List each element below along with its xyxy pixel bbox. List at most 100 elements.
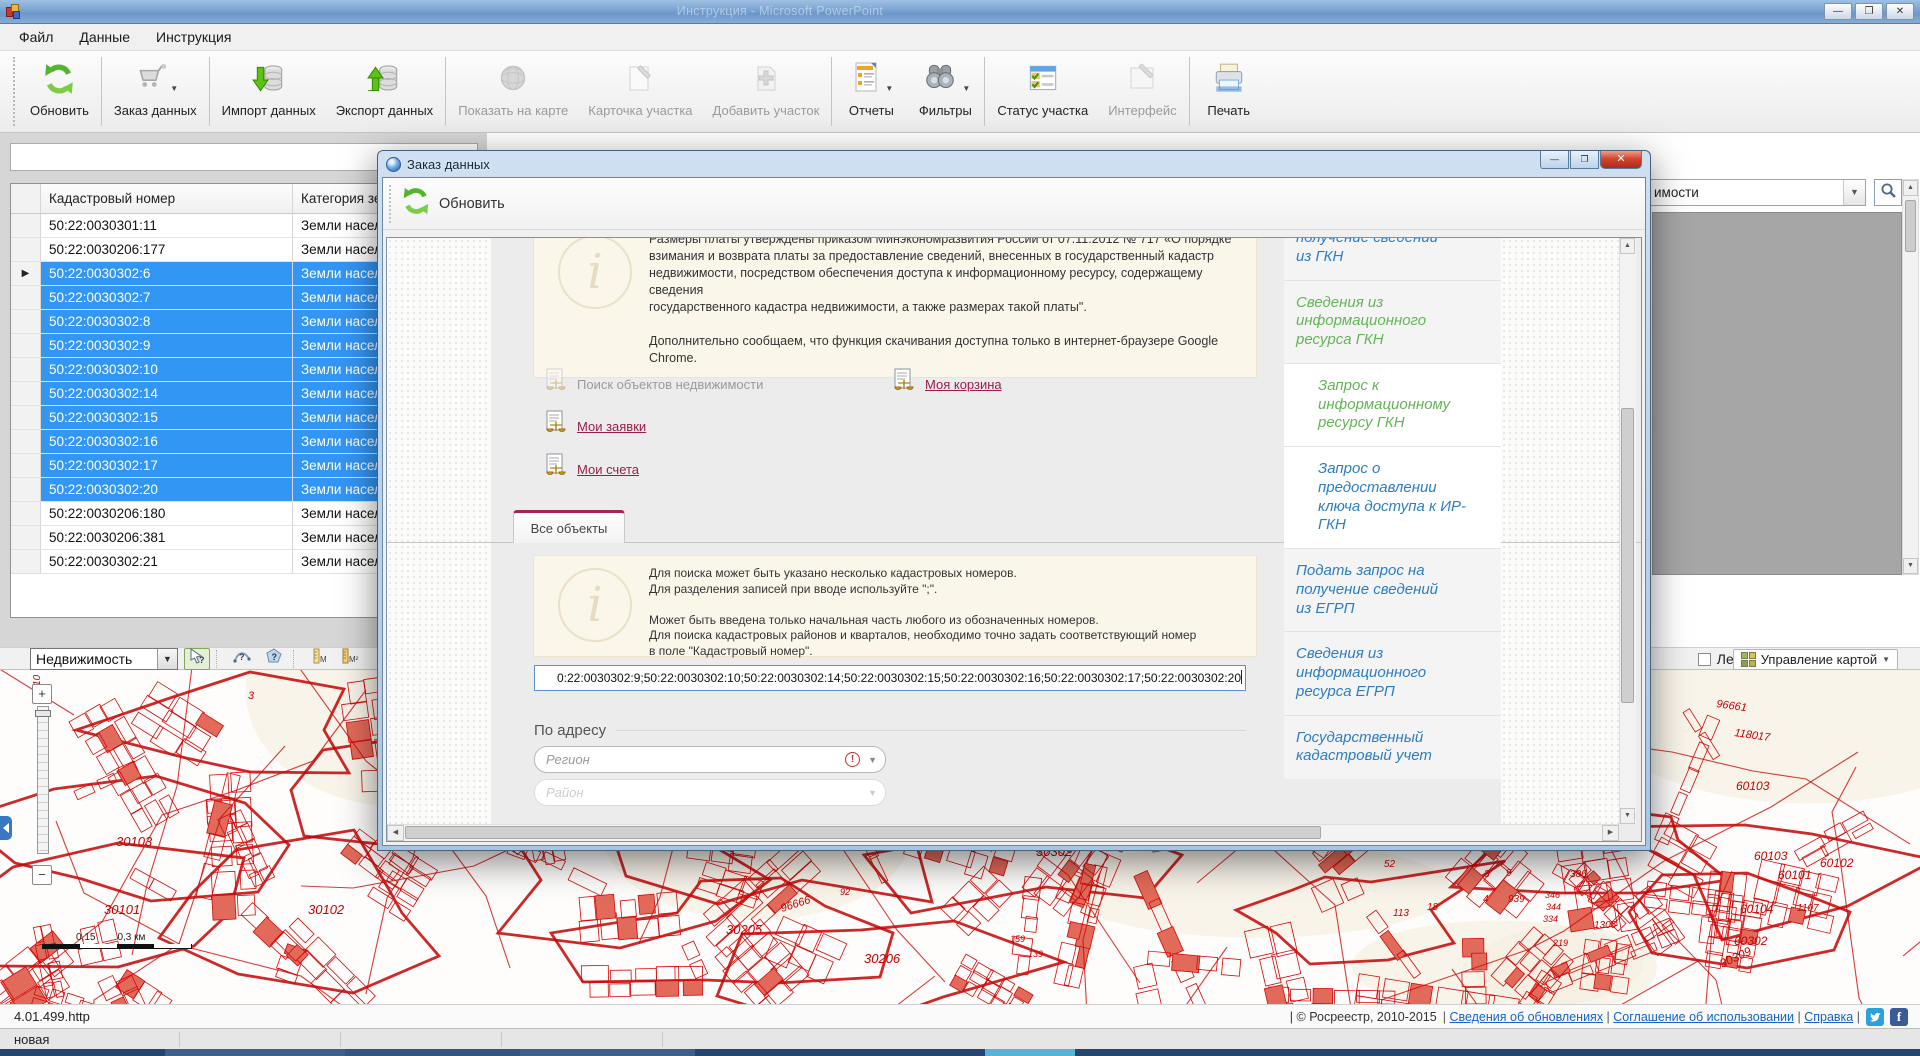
interface-button[interactable]: Интерфейс (1098, 51, 1186, 132)
status-links: | Сведения об обновлениях | Соглашение о… (1442, 1009, 1860, 1024)
binoculars-icon (920, 59, 960, 100)
maximize-button[interactable]: ❐ (1855, 3, 1883, 20)
dialog-vertical-scrollbar[interactable]: ▲ ▼ (1619, 238, 1636, 824)
svg-text:М²: М² (349, 655, 359, 664)
minimize-button[interactable]: — (1824, 3, 1852, 20)
zoom-slider-thumb[interactable] (35, 710, 51, 717)
import-data-button[interactable]: Импорт данных (212, 51, 326, 132)
zoom-in-button[interactable]: + (32, 684, 52, 704)
parcel-card-button[interactable]: Карточка участка (578, 51, 702, 132)
scroll-down-icon[interactable]: ▼ (1620, 808, 1635, 824)
close-button[interactable]: ✕ (1886, 3, 1914, 20)
chevron-down-icon[interactable]: ▼ (868, 788, 877, 798)
chevron-down-icon[interactable]: ▼ (1843, 180, 1865, 205)
dialog-close-button[interactable]: ✕ (1600, 151, 1642, 169)
panel-collapse-tab[interactable] (0, 816, 12, 840)
identify-tool-button[interactable]: ? (184, 647, 210, 670)
svg-text:939: 939 (1508, 894, 1525, 905)
my-requests-link[interactable]: Мои заявки (543, 410, 646, 443)
svg-text:9: 9 (1506, 868, 1512, 879)
dialog-titlebar[interactable]: Заказ данных — ❐ ✕ (378, 151, 1650, 177)
dialog-refresh-button[interactable]: Обновить (401, 186, 505, 221)
legend-checkbox[interactable] (1697, 652, 1711, 666)
scroll-right-icon[interactable]: ▶ (1602, 825, 1619, 841)
my-cart-link[interactable]: Моя корзина (891, 368, 1002, 401)
chevron-down-icon[interactable]: ▼ (885, 84, 893, 93)
measure-area-button[interactable]: М² (338, 648, 364, 670)
show-on-map-button[interactable]: Показать на карте (448, 51, 578, 132)
svg-text:386: 386 (1570, 869, 1587, 880)
scroll-up-icon[interactable]: ▲ (1620, 238, 1635, 254)
status-link[interactable]: Справка (1804, 1010, 1853, 1024)
row-indicator-header (11, 184, 41, 213)
status-link[interactable]: Сведения об обновлениях (1449, 1010, 1603, 1024)
scroll-down-icon[interactable]: ▼ (1903, 558, 1918, 574)
scrollbar-thumb[interactable] (1905, 200, 1916, 252)
chevron-down-icon[interactable]: ▼ (157, 648, 177, 669)
chevron-down-icon[interactable]: ▼ (170, 84, 178, 93)
cadastral-number-input[interactable]: 0:22:0030302:9;50:22:0030302:10;50:22:00… (534, 665, 1246, 691)
measure-length-button[interactable]: М (306, 648, 332, 670)
scrollbar-thumb[interactable] (405, 826, 1321, 839)
scroll-up-icon[interactable]: ▲ (1903, 180, 1918, 196)
print-button[interactable]: Печать (1192, 51, 1266, 132)
reports-button[interactable]: ▼ Отчеты (834, 51, 908, 132)
scale-mid-label: 0,15 (76, 932, 96, 943)
zoom-out-button[interactable]: − (32, 865, 52, 885)
sidebar-link[interactable]: Государственный кадастровый учет (1284, 714, 1501, 779)
status-link[interactable]: Соглашение об использовании (1613, 1010, 1794, 1024)
region-combo[interactable]: Регион ! ▼ (534, 746, 886, 773)
dialog-minimize-button[interactable]: — (1540, 151, 1569, 169)
menu-data[interactable]: Данные (66, 25, 143, 49)
district-combo[interactable]: Район ▼ (534, 779, 886, 806)
sidebar-link[interactable]: Подать запрос на получение сведений из Е… (1284, 548, 1501, 632)
dialog-maximize-button[interactable]: ❐ (1570, 151, 1599, 169)
map-manage-button[interactable]: Управление картой ▼ (1732, 649, 1898, 670)
menu-file[interactable]: Файл (6, 25, 66, 49)
filters-button[interactable]: ▼ Фильтры (908, 51, 982, 132)
search-button[interactable] (1874, 179, 1902, 206)
identify-polygon-button[interactable]: ? (261, 648, 287, 670)
chevron-down-icon[interactable]: ▼ (868, 755, 877, 765)
chevron-down-icon[interactable]: ▼ (1882, 655, 1890, 664)
zoom-slider[interactable] (37, 706, 49, 854)
toolbar-grip (13, 57, 17, 126)
svg-text:139: 139 (1028, 949, 1043, 959)
parcel-status-button[interactable]: Статус участка (987, 51, 1098, 132)
validation-warning-icon: ! (845, 752, 861, 767)
svg-text:30101: 30101 (104, 902, 140, 917)
svg-text:92: 92 (840, 887, 850, 897)
dialog-icon (386, 156, 401, 172)
sidebar-link[interactable]: Сведения из информационного ресурса ГКН (1284, 279, 1501, 363)
layer-select[interactable]: Недвижимость ▼ (30, 647, 178, 670)
order-data-button[interactable]: ▼ Заказ данных (104, 51, 207, 132)
svg-text:1107: 1107 (1797, 903, 1819, 914)
right-scrollbar[interactable]: ▲ ▼ (1902, 179, 1919, 575)
info-icon: i (558, 238, 632, 309)
measure-curve-button[interactable]: ? (229, 648, 255, 670)
content-left-margin (387, 238, 491, 824)
chevron-down-icon[interactable]: ▼ (962, 84, 970, 93)
bottom-status-text: новая (14, 1031, 50, 1047)
order-data-dialog: Заказ данных — ❐ ✕ Обновить i Размеры пл… (377, 150, 1651, 851)
tab-all-objects[interactable]: Все объекты (513, 510, 625, 543)
db-import-icon (251, 57, 287, 101)
bottom-status-bar: новая (0, 1028, 1920, 1049)
refresh-button[interactable]: Обновить (20, 51, 99, 132)
svg-text:60302: 60302 (1734, 934, 1768, 948)
sidebar-link[interactable]: Запрос к информационному ресурсу ГКН (1284, 362, 1501, 446)
twitter-icon[interactable] (1866, 1007, 1884, 1026)
scrollbar-thumb[interactable] (1621, 408, 1634, 703)
sidebar-link[interactable]: Запрос о предоставлении ключа доступа к … (1284, 446, 1501, 548)
scroll-left-icon[interactable]: ◀ (387, 825, 404, 841)
sidebar-link[interactable]: получение сведений из ГКН (1284, 238, 1501, 280)
menu-instruction[interactable]: Инструкция (143, 25, 244, 49)
column-header-cadastral[interactable]: Кадастровый номер (41, 184, 293, 213)
dialog-horizontal-scrollbar[interactable]: ◀ ▶ (387, 824, 1619, 841)
sidebar-link[interactable]: Сведения из информационного ресурса ЕГРП (1284, 631, 1501, 715)
facebook-icon[interactable]: f (1890, 1007, 1908, 1026)
search-hint-text: Для поиска может быть указано несколько … (649, 566, 1197, 658)
export-data-button[interactable]: Экспорт данных (326, 51, 443, 132)
my-accounts-link[interactable]: Мои счета (543, 453, 639, 486)
add-parcel-button[interactable]: Добавить участок (703, 51, 830, 132)
